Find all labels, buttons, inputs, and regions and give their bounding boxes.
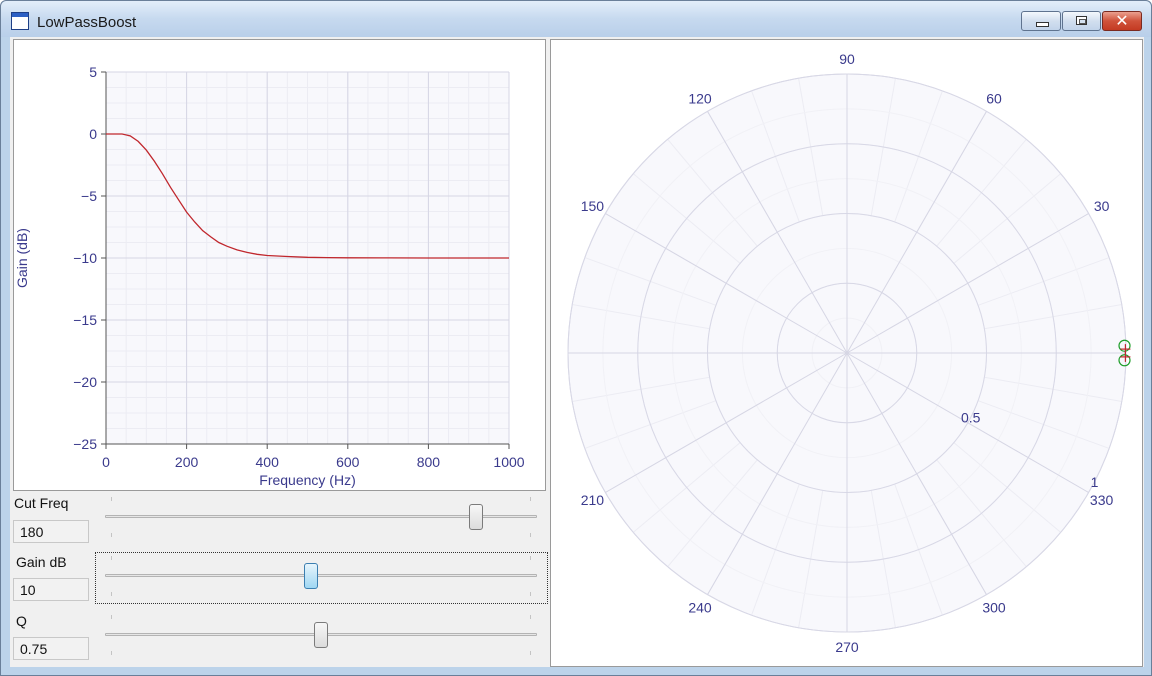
- polar-radial-label: 0.5: [961, 409, 981, 425]
- app-window-icon[interactable]: [11, 12, 29, 30]
- polar-angle-label: 60: [986, 90, 1002, 106]
- slider-tick: [111, 533, 112, 537]
- maximize-icon: [1076, 16, 1087, 25]
- x-tick-label: 600: [336, 454, 360, 470]
- polar-chart: 90 60 30 330 300 270 240 210 150 120 0.5 1: [550, 39, 1143, 667]
- polar-angle-label: 120: [688, 90, 712, 106]
- polar-angle-label: 150: [581, 198, 605, 214]
- gain-db-slider-track[interactable]: [105, 574, 537, 577]
- q-value-field[interactable]: 0.75: [13, 637, 89, 660]
- frequency-response-plot: 0 200 400 600 800 1000 5 0 −5 −10 −15 −20 −25 Frequen…: [14, 64, 525, 488]
- slider-tick: [530, 497, 531, 501]
- x-axis-label: Frequency (Hz): [259, 472, 355, 488]
- slider-tick: [530, 533, 531, 537]
- title-bar[interactable]: LowPassBoost ✕: [1, 1, 1151, 37]
- slider-tick: [111, 497, 112, 501]
- y-tick-label: −20: [73, 374, 97, 390]
- close-icon: ✕: [1115, 11, 1129, 30]
- polar-angle-label: 240: [688, 600, 712, 616]
- polar-angle-label: 330: [1090, 492, 1114, 508]
- gain-db-label: Gain dB: [16, 554, 67, 570]
- x-tick-label: 0: [102, 454, 110, 470]
- q-label: Q: [16, 613, 27, 629]
- app-window: LowPassBoost ✕ 0 200 400 600 800 1000 5 0 −5 −10 −…: [0, 0, 1152, 676]
- gain-db-slider-focus: [95, 552, 548, 604]
- client-area: 0 200 400 600 800 1000 5 0 −5 −10 −15 −20 −25 Frequen…: [10, 37, 1144, 667]
- x-tick-label: 1000: [493, 454, 524, 470]
- cut-freq-label: Cut Freq: [14, 495, 69, 511]
- q-slider-thumb[interactable]: [314, 622, 328, 648]
- x-tick-label: 400: [256, 454, 280, 470]
- slider-tick: [530, 556, 531, 560]
- slider-tick: [111, 556, 112, 560]
- y-tick-label: −15: [73, 312, 97, 328]
- slider-tick: [111, 651, 112, 655]
- frequency-response-chart: 0 200 400 600 800 1000 5 0 −5 −10 −15 −20 −25 Frequen…: [13, 39, 546, 491]
- polar-angle-label: 270: [835, 639, 859, 655]
- slider-tick: [530, 592, 531, 596]
- polar-angle-label: 30: [1094, 198, 1110, 214]
- polar-radial-label: 1: [1091, 474, 1099, 490]
- cut-freq-slider-thumb[interactable]: [468, 504, 483, 530]
- y-tick-label: −25: [73, 436, 97, 452]
- x-tick-label: 800: [417, 454, 441, 470]
- y-tick-label: 0: [89, 126, 97, 142]
- minimize-icon: [1036, 22, 1049, 27]
- close-button[interactable]: ✕: [1102, 11, 1142, 31]
- gain-db-slider-thumb[interactable]: [303, 563, 318, 589]
- cut-freq-value-field[interactable]: 180: [13, 520, 89, 543]
- slider-tick: [111, 592, 112, 596]
- y-tick-label: −5: [81, 188, 97, 204]
- slider-tick: [530, 651, 531, 655]
- polar-angle-label: 210: [581, 492, 605, 508]
- y-tick-label: 5: [89, 64, 97, 80]
- polar-angle-label: 300: [982, 600, 1006, 616]
- maximize-button[interactable]: [1062, 11, 1101, 31]
- slider-tick: [530, 615, 531, 619]
- x-tick-label: 200: [175, 454, 199, 470]
- y-tick-label: −10: [73, 250, 97, 266]
- window-title: LowPassBoost: [37, 14, 137, 31]
- minimize-button[interactable]: [1021, 11, 1061, 31]
- slider-tick: [111, 615, 112, 619]
- polar-angle-label: 90: [839, 51, 855, 67]
- y-axis-label: Gain (dB): [14, 228, 30, 288]
- pole-zero-polar-plot: 90 60 30 330 300 270 240 210 150 120 0.5 1: [567, 51, 1131, 655]
- gain-db-value-field[interactable]: 10: [13, 578, 89, 601]
